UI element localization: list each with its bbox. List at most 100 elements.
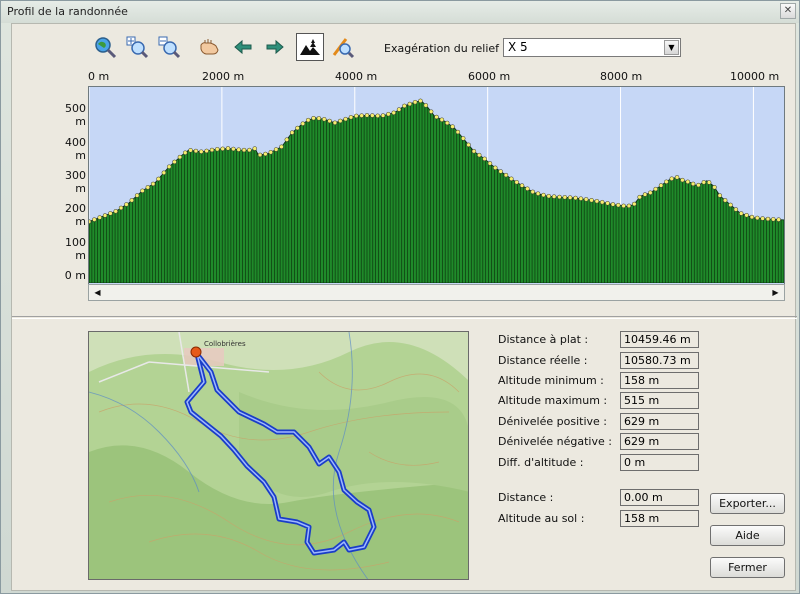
max-altitude-label: Altitude maximum : [498,394,608,407]
elevation-point [594,198,600,204]
elevation-point [535,191,541,196]
zoom-out-icon[interactable] [156,34,182,60]
chevron-down-icon[interactable]: ▼ [664,40,679,55]
arrow-left-icon[interactable] [230,34,256,60]
scroll-left-arrow-icon[interactable]: ◀ [90,285,105,300]
elevation-point [305,117,311,123]
elevation-point [273,147,279,152]
x-tick-label: 10000 m [730,70,780,83]
elevation-point [696,182,701,188]
path-tool-icon[interactable] [330,34,356,60]
elevation-point [241,147,247,153]
elevation-point [263,151,268,157]
elevation-point [199,149,204,154]
real-distance-value: 10580.73 m [620,352,699,369]
elevation-point [364,113,370,118]
x-tick-label: 0 m [88,70,110,83]
elevation-point [156,176,161,182]
cursor-distance-value: 0.00 m [620,489,699,506]
elevation-point [370,113,375,118]
elevation-point [567,195,573,200]
elevation-point [295,125,300,131]
elevation-point [268,150,274,155]
route-map[interactable]: Collobrières [88,331,469,580]
elevation-point [493,165,498,171]
elevation-point [530,189,535,195]
elevation-point [113,209,118,214]
elevation-point [546,193,552,199]
y-tick-label: 400 m [65,136,86,162]
toolbar: Exagération du relief : X 5 ▼ [90,33,790,62]
elevation-point [605,201,610,206]
elevation-point [92,217,97,222]
elevation-point [712,185,717,190]
elevation-point [760,216,765,221]
exaggeration-value: X 5 [508,40,528,54]
elevation-point [706,180,712,185]
elevation-point [150,181,156,187]
elevation-point [166,164,172,169]
elevation-point [327,118,332,124]
max-altitude-value: 515 m [620,392,699,409]
elevation-profile-chart[interactable] [88,86,785,300]
elevation-point [338,118,343,124]
close-button[interactable]: Fermer [710,557,785,578]
elevation-point [642,192,648,197]
elevation-point [247,147,252,153]
dialog-body: Exagération du relief : X 5 ▼ 0 m 2000 m… [11,23,797,591]
elevation-point [434,114,439,120]
elevation-point [359,113,364,118]
x-tick-label: 2000 m [202,70,245,83]
elevation-point [776,217,781,222]
elevation-point [118,205,124,211]
elevation-point [765,216,771,222]
real-distance-label: Distance réelle : [498,354,588,367]
elevation-point [738,211,744,216]
elevation-point [466,142,471,148]
elevation-point [514,179,519,185]
topographic-map: Collobrières [89,332,468,579]
elevation-point [289,130,295,135]
elevation-point [583,197,589,202]
elevation-point [621,203,626,209]
elevation-point [487,161,493,166]
elevation-point [236,147,241,152]
elevation-point [225,146,231,151]
chart-scrollbar[interactable]: ◀ ▶ [88,284,785,301]
elevation-point [749,214,755,220]
zoom-in-icon[interactable] [124,34,150,60]
window-close-button[interactable]: ✕ [780,3,796,19]
elevation-point [599,199,605,205]
elevation-point [771,217,776,222]
elevation-point [97,215,102,220]
exaggeration-select[interactable]: X 5 ▼ [503,38,681,57]
elevation-point [300,121,306,126]
altitude-diff-value: 0 m [620,454,699,471]
scroll-right-arrow-icon[interactable]: ▶ [768,285,783,300]
min-altitude-value: 158 m [620,372,699,389]
zoom-global-icon[interactable] [92,34,118,60]
help-button[interactable]: Aide [710,525,785,546]
elevation-point [182,150,188,155]
elevation-point [332,120,338,126]
elevation-point [145,185,151,190]
elevation-point [177,154,183,160]
elevation-point [658,183,664,188]
elevation-point [551,194,557,199]
elevation-point [482,156,487,162]
elevation-point [450,124,455,129]
terrain-view-icon[interactable] [296,33,324,61]
export-button[interactable]: Exporter... [710,493,785,514]
arrow-right-icon[interactable] [262,34,288,60]
elevation-point [755,215,760,221]
elevation-point [428,109,434,114]
elevation-point [439,117,445,122]
elevation-point [616,202,621,208]
elevation-point [231,146,236,152]
pan-hand-icon[interactable] [196,34,222,60]
y-tick-label: 500 m [65,102,86,128]
elevation-point [460,136,466,141]
cursor-distance-label: Distance : [498,491,554,504]
elevation-point [557,194,562,200]
distance-axis: 0 m 2000 m 4000 m 6000 m 8000 m 10000 m [12,70,797,86]
